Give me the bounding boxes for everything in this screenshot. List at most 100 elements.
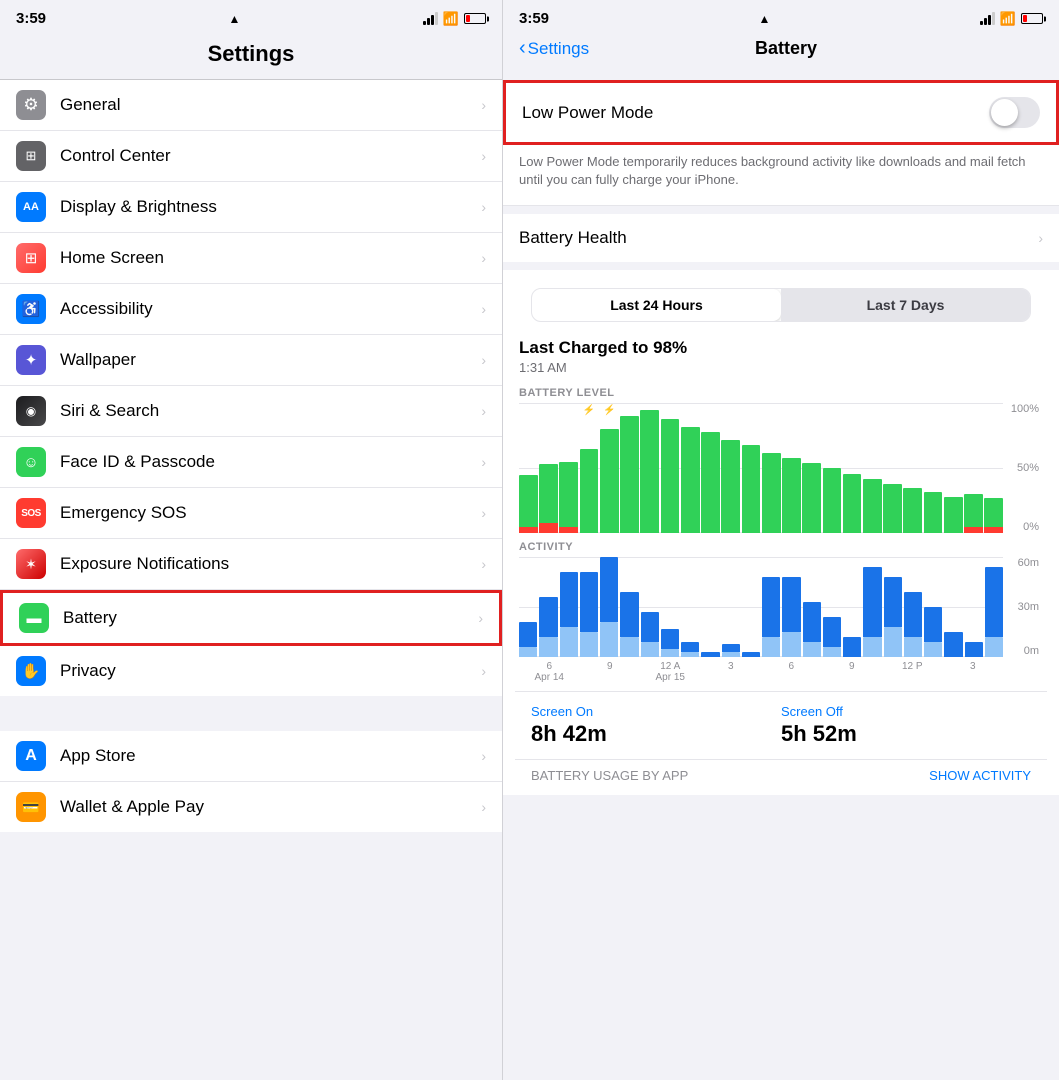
x-date-label: Apr 14 bbox=[535, 672, 564, 683]
appstore-icon: A bbox=[16, 741, 46, 771]
activity-chart-section: ACTIVITY 60m 30m 0m bbox=[519, 541, 1043, 657]
left-page-title-bar: Settings bbox=[0, 33, 502, 79]
chevron-icon: › bbox=[481, 148, 486, 164]
left-status-bar: 3:59 ▲ 📶 bbox=[0, 0, 502, 33]
left-time: 3:59 bbox=[16, 10, 46, 27]
sidebar-item-exposure[interactable]: ✶ Exposure Notifications › bbox=[0, 539, 502, 590]
screen-stats: Screen On 8h 42m Screen Off 5h 52m bbox=[515, 691, 1047, 759]
battery-y-axis: 100% 50% 0% bbox=[1003, 403, 1043, 533]
y-label-100: 100% bbox=[1011, 403, 1039, 415]
sidebar-item-faceid[interactable]: ☺ Face ID & Passcode › bbox=[0, 437, 502, 488]
card-gap-top bbox=[503, 72, 1059, 80]
exposure-label: Exposure Notifications bbox=[60, 554, 481, 574]
show-activity-link[interactable]: SHOW ACTIVITY bbox=[929, 768, 1031, 783]
wallpaper-icon: ✦ bbox=[16, 345, 46, 375]
bar-group bbox=[681, 403, 700, 533]
time-segment: Last 24 Hours Last 7 Days bbox=[531, 288, 1031, 322]
chevron-icon: › bbox=[481, 748, 486, 764]
back-chevron-icon: ‹ bbox=[519, 37, 526, 60]
y-label-0m: 0m bbox=[1024, 645, 1039, 657]
act-bar-group bbox=[782, 557, 800, 657]
general-label: General bbox=[60, 95, 481, 115]
x-time-label: 9 bbox=[607, 661, 613, 672]
last-7-days-button[interactable]: Last 7 Days bbox=[781, 289, 1030, 321]
act-bar-group bbox=[519, 557, 537, 657]
wallpaper-label: Wallpaper bbox=[60, 350, 481, 370]
bar-group bbox=[762, 403, 781, 533]
x-time-label: 12 A bbox=[660, 661, 680, 672]
lightning-icon: ⚡ bbox=[603, 405, 615, 416]
battery-settings-icon: ▬ bbox=[19, 603, 49, 633]
sidebar-item-sos[interactable]: SOS Emergency SOS › bbox=[0, 488, 502, 539]
bar-group bbox=[863, 403, 882, 533]
chevron-icon: › bbox=[481, 97, 486, 113]
sidebar-item-accessibility[interactable]: ♿ Accessibility › bbox=[0, 284, 502, 335]
charge-info: Last Charged to 98% 1:31 AM bbox=[515, 330, 1047, 379]
battery-chart-section: BATTERY LEVEL 100% 50% 0% bbox=[515, 379, 1047, 687]
y-label-30m: 30m bbox=[1018, 601, 1039, 613]
appstore-label: App Store bbox=[60, 746, 481, 766]
back-button[interactable]: ‹ Settings bbox=[519, 37, 589, 60]
battery-health-label: Battery Health bbox=[519, 228, 1038, 248]
chevron-icon: › bbox=[481, 663, 486, 679]
chevron-icon: › bbox=[481, 454, 486, 470]
last-24-hours-button[interactable]: Last 24 Hours bbox=[532, 289, 781, 321]
sidebar-item-privacy[interactable]: ✋ Privacy › bbox=[0, 646, 502, 696]
battery-label: Battery bbox=[63, 608, 478, 628]
chevron-icon: › bbox=[481, 403, 486, 419]
faceid-icon: ☺ bbox=[16, 447, 46, 477]
back-label[interactable]: Settings bbox=[528, 39, 589, 59]
siri-label: Siri & Search bbox=[60, 401, 481, 421]
act-bar-group bbox=[944, 557, 962, 657]
sidebar-item-battery[interactable]: ▬ Battery › bbox=[0, 590, 502, 646]
right-battery-icon bbox=[1021, 13, 1043, 24]
x-label-group: 9 bbox=[580, 661, 641, 683]
right-content: Low Power Mode Low Power Mode temporaril… bbox=[503, 72, 1059, 1080]
act-bar-group bbox=[863, 557, 881, 657]
low-power-toggle[interactable] bbox=[989, 97, 1040, 128]
siri-icon: ◉ bbox=[16, 396, 46, 426]
battery-health-row[interactable]: Battery Health › bbox=[503, 214, 1059, 262]
bar-group bbox=[620, 403, 639, 533]
right-status-icons: 📶 bbox=[980, 11, 1043, 27]
sidebar-item-display[interactable]: AA Display & Brightness › bbox=[0, 182, 502, 233]
bar-group bbox=[559, 403, 578, 533]
sidebar-item-control-center[interactable]: ⊞ Control Center › bbox=[0, 131, 502, 182]
screen-on-value: 8h 42m bbox=[531, 721, 781, 747]
chevron-icon: › bbox=[481, 301, 486, 317]
battery-bars: ⚡ ⚡ bbox=[519, 403, 1003, 533]
chevron-icon: › bbox=[481, 352, 486, 368]
activity-chart-label: ACTIVITY bbox=[519, 541, 1043, 553]
sidebar-item-wallpaper[interactable]: ✦ Wallpaper › bbox=[0, 335, 502, 386]
sidebar-item-siri[interactable]: ◉ Siri & Search › bbox=[0, 386, 502, 437]
x-date-label: Apr 15 bbox=[656, 672, 685, 683]
sidebar-item-wallet[interactable]: 💳 Wallet & Apple Pay › bbox=[0, 782, 502, 832]
activity-y-axis: 60m 30m 0m bbox=[1003, 557, 1043, 657]
right-nav: ‹ Settings Battery bbox=[503, 33, 1059, 72]
control-center-label: Control Center bbox=[60, 146, 481, 166]
act-bar-group bbox=[803, 557, 821, 657]
sidebar-item-appstore[interactable]: A App Store › bbox=[0, 731, 502, 782]
screen-off-label: Screen Off bbox=[781, 704, 1031, 719]
settings-section-2: A App Store › 💳 Wallet & Apple Pay › bbox=[0, 731, 502, 832]
bar-group bbox=[823, 403, 842, 533]
sidebar-item-home-screen[interactable]: ⊞ Home Screen › bbox=[0, 233, 502, 284]
bar-group bbox=[742, 403, 761, 533]
right-page-title: Battery bbox=[589, 38, 983, 59]
left-panel: 3:59 ▲ 📶 Settings ⚙ General › bbox=[0, 0, 503, 1080]
chevron-icon: › bbox=[478, 610, 483, 626]
section-gap-2 bbox=[0, 832, 502, 867]
right-signal-icon bbox=[980, 12, 995, 25]
act-bar-group bbox=[560, 557, 578, 657]
bar-group bbox=[661, 403, 680, 533]
act-bar-group bbox=[884, 557, 902, 657]
home-screen-label: Home Screen bbox=[60, 248, 481, 268]
bar-group bbox=[721, 403, 740, 533]
act-bar-group bbox=[904, 557, 922, 657]
act-bar-group bbox=[762, 557, 780, 657]
low-power-row: Low Power Mode bbox=[503, 80, 1059, 145]
right-status-bar: 3:59 ▲ 📶 bbox=[503, 0, 1059, 33]
sidebar-item-general[interactable]: ⚙ General › bbox=[0, 80, 502, 131]
chevron-icon: › bbox=[481, 505, 486, 521]
x-time-label: 6 bbox=[546, 661, 552, 672]
